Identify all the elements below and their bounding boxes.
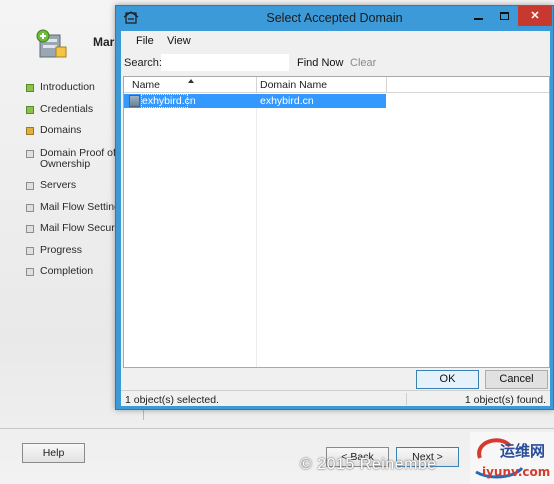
step-pending-icon xyxy=(26,150,34,158)
status-selected: 1 object(s) selected. xyxy=(125,394,219,406)
step-label: Introduction xyxy=(40,81,95,93)
sort-ascending-icon xyxy=(188,79,194,83)
select-accepted-domain-dialog: Select Accepted Domain ✕ File View Searc… xyxy=(115,5,554,410)
step-domains: Domains xyxy=(26,125,81,136)
menu-file[interactable]: File xyxy=(136,35,154,47)
ok-button-label: OK xyxy=(439,373,456,385)
ok-button[interactable]: OK xyxy=(416,370,479,389)
menu-file-label: File xyxy=(136,35,154,47)
column-grid-line xyxy=(256,93,257,367)
step-servers: Servers xyxy=(26,180,76,191)
step-current-icon xyxy=(26,127,34,135)
close-button[interactable]: ✕ xyxy=(518,6,552,26)
column-domain-label: Domain Name xyxy=(260,79,328,91)
step-domain-proof: Domain Proof of Ownership xyxy=(26,148,120,170)
search-label: Search: xyxy=(124,57,162,69)
step-label: Progress xyxy=(40,244,83,256)
find-now-button[interactable]: Find Now xyxy=(297,57,343,69)
step-credentials: Credentials xyxy=(26,104,93,115)
step-done-icon xyxy=(26,84,34,92)
wizard-title: Mar xyxy=(93,35,115,49)
menu-view[interactable]: View xyxy=(167,35,191,47)
wizard-footer-divider xyxy=(0,428,554,429)
cell-name: exhybird.cn xyxy=(142,95,196,107)
step-completion: Completion xyxy=(26,266,93,277)
logo-text-top: 运维网 xyxy=(500,442,545,460)
maximize-icon xyxy=(499,12,509,21)
column-divider[interactable] xyxy=(256,77,257,93)
step-pending-icon xyxy=(26,268,34,276)
minimize-icon xyxy=(473,18,483,21)
search-input[interactable] xyxy=(161,54,289,71)
search-bar: Search: Find Now Clear xyxy=(121,53,550,73)
list-header: Name Domain Name xyxy=(124,77,549,93)
maximize-button[interactable] xyxy=(492,6,516,26)
step-label: Domain Proof of Ownership xyxy=(40,147,116,170)
step-label: Completion xyxy=(40,265,94,277)
step-pending-icon xyxy=(26,247,34,255)
column-header-domain[interactable]: Domain Name xyxy=(260,78,380,92)
iyunv-logo: 运维网 iyunv.com xyxy=(470,432,554,484)
status-found: 1 object(s) found. xyxy=(464,394,546,406)
step-mail-flow-settings: Mail Flow Settings xyxy=(26,202,125,213)
close-icon: ✕ xyxy=(530,10,540,22)
step-label: Servers xyxy=(40,179,77,191)
cancel-button-label: Cancel xyxy=(499,373,534,385)
column-divider[interactable] xyxy=(386,77,387,93)
menu-bar: File View xyxy=(121,31,550,51)
step-pending-icon xyxy=(26,182,34,190)
step-introduction: Introduction xyxy=(26,82,95,93)
cancel-button[interactable]: Cancel xyxy=(485,370,548,389)
step-done-icon xyxy=(26,106,34,114)
step-mail-flow-security: Mail Flow Securit xyxy=(26,223,120,234)
step-label: Domains xyxy=(40,124,82,136)
minimize-button[interactable] xyxy=(466,6,490,26)
step-pending-icon xyxy=(26,225,34,233)
dialog-client-area: File View Search: Find Now Clear Name Do… xyxy=(121,31,550,406)
table-row[interactable]: exhybird.cn exhybird.cn xyxy=(124,94,386,108)
clear-label: Clear xyxy=(350,57,377,69)
cell-domain: exhybird.cn xyxy=(260,95,314,107)
dialog-titlebar[interactable]: Select Accepted Domain ✕ xyxy=(116,6,553,31)
help-button-label: Help xyxy=(42,447,65,459)
find-now-label: Find Now xyxy=(297,57,344,69)
status-bar: 1 object(s) selected. 1 object(s) found. xyxy=(121,390,550,406)
step-label: Mail Flow Securit xyxy=(40,222,120,234)
clear-button[interactable]: Clear xyxy=(350,57,376,69)
domain-icon xyxy=(129,95,140,107)
help-button[interactable]: Help xyxy=(22,443,85,463)
logo-text-bottom: iyunv.com xyxy=(482,465,550,479)
domain-list[interactable]: Name Domain Name exhybird.cn exhybird.cn xyxy=(123,76,550,368)
status-divider xyxy=(406,393,407,405)
copyright-watermark: © 2015 Reinembe xyxy=(300,456,437,473)
step-pending-icon xyxy=(26,204,34,212)
column-name-label: Name xyxy=(132,79,161,91)
menu-view-label: View xyxy=(167,35,191,47)
step-label: Credentials xyxy=(40,103,94,115)
step-progress: Progress xyxy=(26,245,82,256)
wizard-logo-icon xyxy=(36,29,67,58)
step-label: Mail Flow Settings xyxy=(40,201,126,213)
